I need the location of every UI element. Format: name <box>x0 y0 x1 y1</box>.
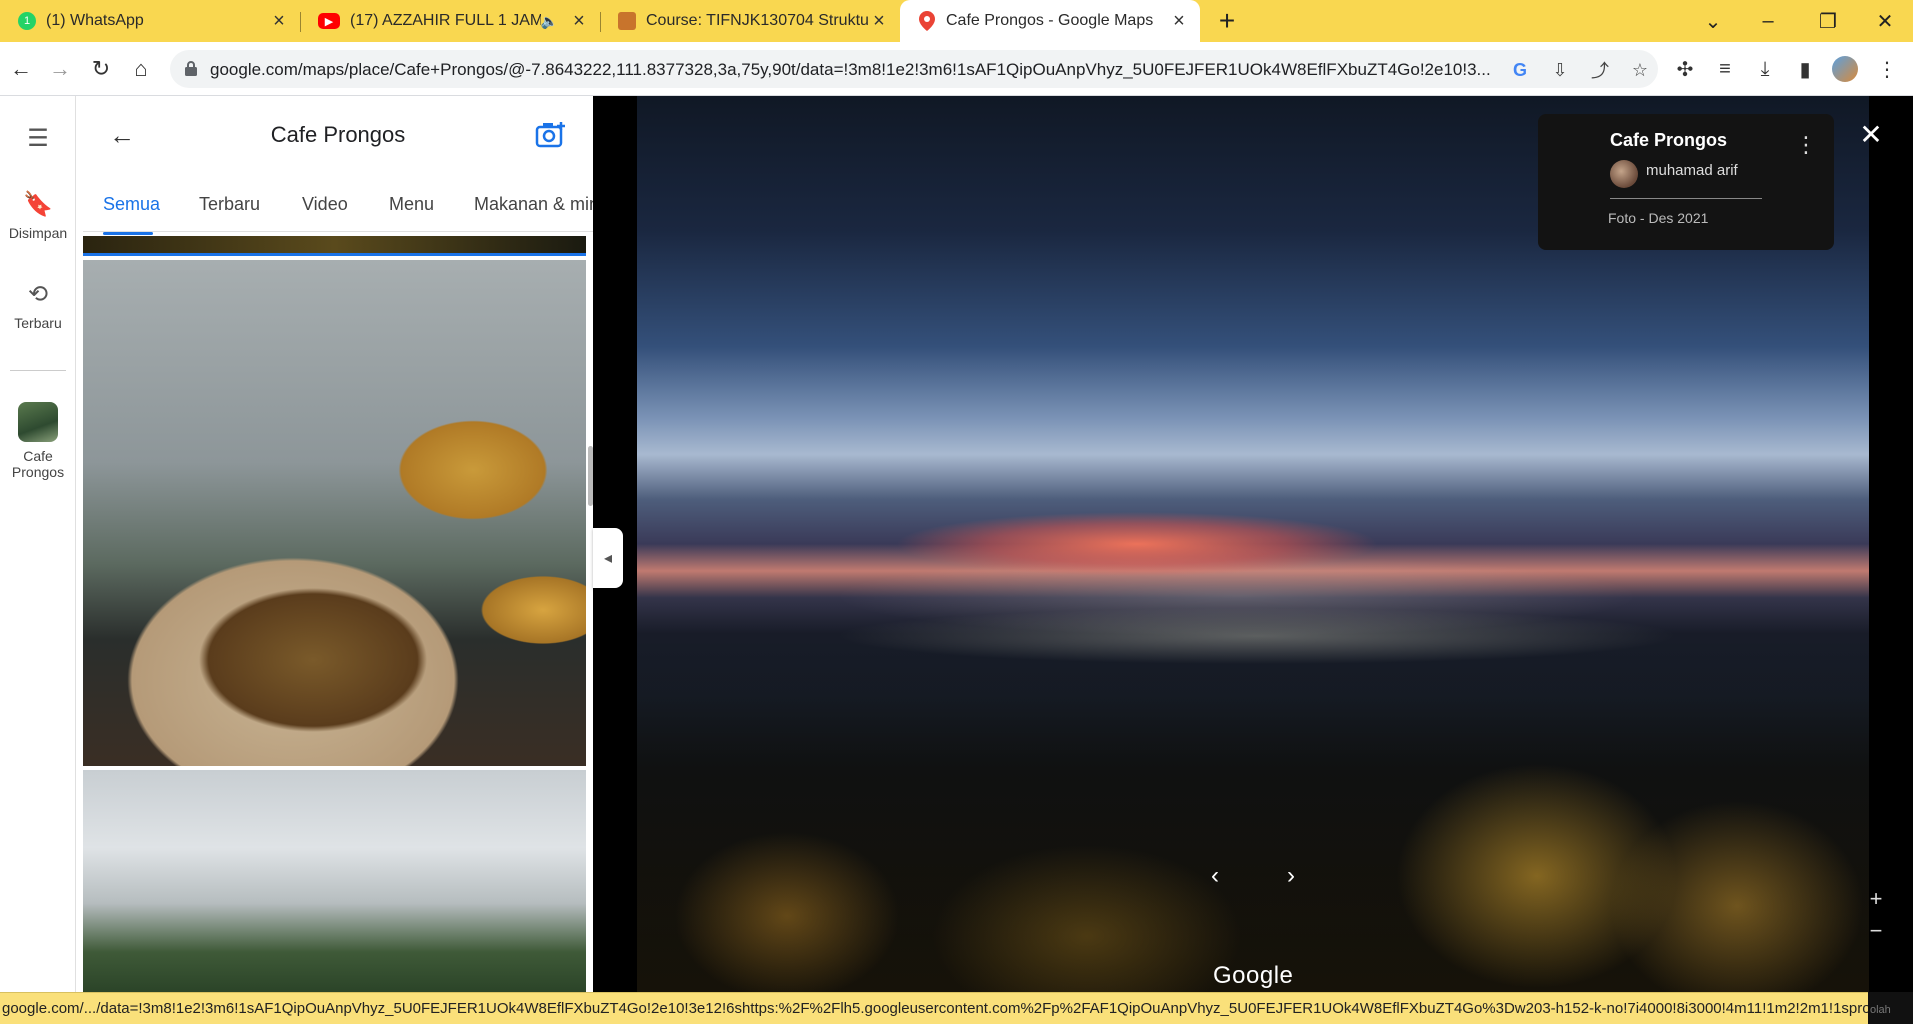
foreground-grass <box>637 656 1869 992</box>
photo-thumbnail-landscape[interactable] <box>83 770 586 992</box>
address-bar[interactable]: google.com/maps/place/Cafe+Prongos/@-7.8… <box>170 50 1658 88</box>
close-icon[interactable]: × <box>268 10 290 32</box>
recent-button[interactable]: ⟲ Terbaru <box>0 280 76 331</box>
history-icon: ⟲ <box>27 281 49 308</box>
link-status-bar: google.com/.../data=!3m8!1e2!3m6!1sAF1Qi… <box>0 992 1868 1024</box>
recent-place-cafe-prongos[interactable]: Cafe Prongos <box>0 402 76 480</box>
tab-search-icon[interactable]: ⌄ <box>1685 0 1741 42</box>
status-overflow-text: olah <box>1868 992 1913 1024</box>
browser-toolbar: ← → ↻ ⌂ google.com/maps/place/Cafe+Prong… <box>0 42 1913 96</box>
tab-title: (1) WhatsApp <box>46 12 144 29</box>
photos-panel: ← Cafe Prongos Semua Terbaru Video Menu … <box>83 96 593 992</box>
author-avatar[interactable] <box>1610 160 1638 188</box>
side-panel-icon[interactable]: ▮ <box>1792 56 1818 82</box>
tab-whatsapp[interactable]: 1 (1) WhatsApp × <box>0 0 300 42</box>
google-lens-icon[interactable]: G <box>1508 58 1532 82</box>
profile-avatar[interactable] <box>1832 56 1858 82</box>
author-underline <box>1610 198 1762 199</box>
reload-button[interactable]: ↻ <box>86 54 116 84</box>
forward-button[interactable]: → <box>45 54 75 84</box>
panel-title: Cafe Prongos <box>270 122 406 147</box>
next-photo-button[interactable]: › <box>1273 858 1309 894</box>
close-icon[interactable]: × <box>568 10 590 32</box>
maps-left-rail: ☰ 🔖 Disimpan ⟲ Terbaru Cafe Prongos <box>0 96 76 992</box>
minimize-button[interactable]: – <box>1740 0 1796 42</box>
tab-title: Course: TIFNJK130704 Struktur D <box>646 12 868 29</box>
close-icon[interactable]: × <box>1168 10 1190 32</box>
zoom-in-button[interactable]: + <box>1863 886 1889 912</box>
bookmark-icon: 🔖 <box>23 191 53 218</box>
saved-button[interactable]: 🔖 Disimpan <box>0 190 76 241</box>
tab-youtube[interactable]: ▶ (17) AZZAHIR FULL 1 JAM - U 🔈 × <box>300 0 600 42</box>
active-tab-indicator <box>103 232 153 235</box>
tab-semua[interactable]: Semua <box>103 194 160 215</box>
speaker-mute-icon[interactable]: 🔈 <box>541 13 558 30</box>
photo-date: Foto - Des 2021 <box>1608 210 1709 226</box>
photo-place-name[interactable]: Cafe Prongos <box>1610 130 1727 151</box>
tab-menu[interactable]: Menu <box>389 194 434 215</box>
tab-title: (17) AZZAHIR FULL 1 JAM - U <box>350 12 541 29</box>
recent-label: Terbaru <box>14 315 62 331</box>
place-label-line1: Cafe <box>23 448 53 464</box>
add-photo-icon[interactable] <box>535 120 567 150</box>
zoom-out-button[interactable]: − <box>1863 918 1889 944</box>
url-text: google.com/maps/place/Cafe+Prongos/@-7.8… <box>210 60 1491 79</box>
more-options-icon[interactable]: ⋮ <box>1795 132 1817 158</box>
collapse-panel-button[interactable]: ◂ <box>593 528 623 588</box>
share-icon[interactable]: ⤴ <box>1588 58 1612 82</box>
extensions-icon[interactable]: ✣ <box>1672 56 1698 82</box>
bookmark-star-icon[interactable]: ☆ <box>1628 58 1652 82</box>
tab-course[interactable]: Course: TIFNJK130704 Struktur D × <box>600 0 900 42</box>
photo-viewer: Cafe Prongos muhamad arif Foto - Des 202… <box>593 96 1913 992</box>
new-tab-button[interactable]: + <box>1212 5 1242 36</box>
hamburger-menu-button[interactable]: ☰ <box>0 124 76 159</box>
close-icon[interactable]: × <box>868 10 890 32</box>
place-label-line2: Prongos <box>11 464 65 480</box>
photo-thumbnail-food[interactable] <box>83 260 586 766</box>
google-wordmark: Google <box>1213 962 1294 989</box>
menu-kebab-icon[interactable]: ⋮ <box>1874 56 1900 82</box>
place-thumbnail <box>18 402 58 442</box>
photo-info-card: Cafe Prongos muhamad arif Foto - Des 202… <box>1538 114 1834 250</box>
back-button[interactable]: ← <box>6 54 36 84</box>
home-button[interactable]: ⌂ <box>126 54 156 84</box>
tab-video[interactable]: Video <box>302 194 348 215</box>
close-viewer-button[interactable]: ✕ <box>1855 118 1887 150</box>
media-control-icon[interactable]: ≡ <box>1712 56 1738 82</box>
rail-divider <box>10 370 66 371</box>
photo-author[interactable]: muhamad arif <box>1646 162 1738 179</box>
tab-google-maps[interactable]: Cafe Prongos - Google Maps × <box>900 0 1200 42</box>
saved-label: Disimpan <box>8 225 68 241</box>
panel-header: ← Cafe Prongos <box>83 96 593 176</box>
photo-thumbnail-selected[interactable] <box>83 236 586 256</box>
tab-title: Cafe Prongos - Google Maps <box>946 12 1154 29</box>
maps-pin-icon <box>918 11 936 31</box>
youtube-icon: ▶ <box>318 13 340 29</box>
lock-icon <box>185 61 197 76</box>
tab-makanan-minuman[interactable]: Makanan & min <box>474 194 593 215</box>
tab-strip: 1 (1) WhatsApp × ▶ (17) AZZAHIR FULL 1 J… <box>0 0 1913 42</box>
install-app-icon[interactable]: ⇩ <box>1548 58 1572 82</box>
whatsapp-icon: 1 <box>18 12 36 30</box>
hamburger-icon: ☰ <box>27 125 49 152</box>
photo-category-tabs: Semua Terbaru Video Menu Makanan & min <box>83 176 593 232</box>
course-icon <box>618 12 636 30</box>
restore-button[interactable]: ❐ <box>1800 0 1856 42</box>
previous-photo-button[interactable]: ‹ <box>1197 858 1233 894</box>
downloads-icon[interactable]: ⤓ <box>1752 56 1778 82</box>
tab-terbaru[interactable]: Terbaru <box>199 194 260 215</box>
close-window-button[interactable]: ✕ <box>1857 0 1913 42</box>
